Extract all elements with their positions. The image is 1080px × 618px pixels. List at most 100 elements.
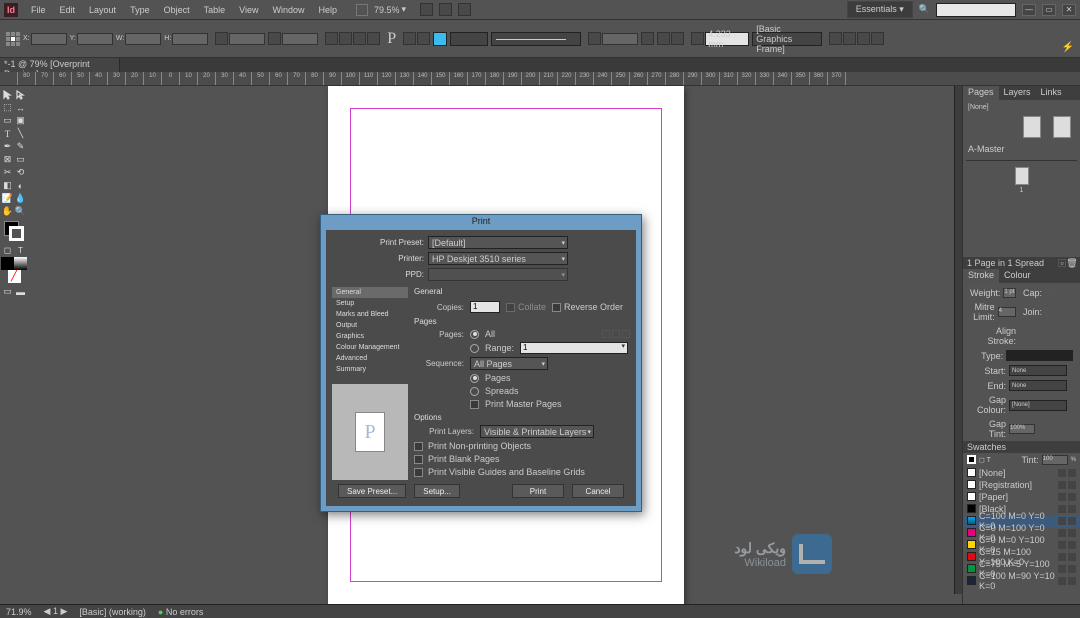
- align-stroke-inside-icon[interactable]: [1029, 332, 1037, 340]
- scale-x-field[interactable]: [229, 33, 265, 45]
- page-range-icon-3[interactable]: [622, 330, 630, 338]
- print-layers-dropdown[interactable]: Visible & Printable Layers: [480, 425, 594, 438]
- save-preset-button[interactable]: Save Preset...: [338, 484, 406, 498]
- fit-frame-icon[interactable]: [843, 32, 856, 45]
- stroke-end-dropdown[interactable]: None: [1009, 380, 1067, 391]
- preflight-errors[interactable]: ● No errors: [158, 607, 203, 617]
- preflight-status[interactable]: [Basic] (working): [79, 607, 146, 617]
- menu-window[interactable]: Window: [265, 2, 311, 18]
- join-bevel-icon[interactable]: [1065, 308, 1073, 316]
- content-collector-icon[interactable]: ▭: [1, 114, 14, 127]
- rectangle-frame-tool-icon[interactable]: ⊠: [1, 153, 14, 166]
- swatch-row[interactable]: [Registration]: [963, 479, 1080, 491]
- gradient-swatch-tool-icon[interactable]: ◧: [1, 179, 14, 192]
- rotate-cw-icon[interactable]: [339, 32, 352, 45]
- reverse-order-checkbox[interactable]: Reverse Order: [552, 302, 623, 312]
- tab-stroke[interactable]: Stroke: [963, 269, 999, 283]
- cancel-button[interactable]: Cancel: [572, 484, 624, 498]
- tab-layers[interactable]: Layers: [999, 86, 1036, 100]
- line-tool-icon[interactable]: ╲: [14, 127, 27, 140]
- miter-field[interactable]: 4: [998, 307, 1016, 317]
- content-placer-icon[interactable]: ▣: [14, 114, 27, 127]
- ruler-horizontal[interactable]: 8070605040302010010203040506070809010011…: [0, 72, 1080, 86]
- search-input[interactable]: [936, 3, 1016, 17]
- rotate-field[interactable]: [282, 33, 318, 45]
- tint-field[interactable]: 100: [1042, 455, 1068, 465]
- menu-file[interactable]: File: [24, 2, 53, 18]
- swatch-row[interactable]: [None]: [963, 467, 1080, 479]
- cap-round-icon[interactable]: [1055, 289, 1063, 297]
- pen-tool-icon[interactable]: ✒: [1, 140, 14, 153]
- join-round-icon[interactable]: [1055, 308, 1063, 316]
- a-master-label[interactable]: A-Master: [966, 142, 1077, 160]
- reference-point-icon[interactable]: [6, 32, 20, 46]
- close-button[interactable]: ✕: [1062, 4, 1076, 16]
- page-tool-icon[interactable]: ⬚: [1, 101, 14, 114]
- screen-mode-icon[interactable]: [356, 4, 368, 16]
- dialog-category-summary[interactable]: Summary: [332, 364, 408, 375]
- document-tab[interactable]: *-1 @ 79% [Overprint Preview]: [0, 58, 120, 72]
- print-preset-dropdown[interactable]: [Default]: [428, 236, 568, 249]
- stroke-weight-dropdown[interactable]: [450, 32, 488, 46]
- wrap2-icon[interactable]: [671, 32, 684, 45]
- blank-pages-checkbox[interactable]: [414, 455, 423, 464]
- arrange-icon[interactable]: [439, 3, 452, 16]
- pencil-tool-icon[interactable]: ✎: [14, 140, 27, 153]
- fill-frame-icon[interactable]: [857, 32, 870, 45]
- y-field[interactable]: [77, 33, 113, 45]
- zoom-level[interactable]: 71.9%: [6, 607, 32, 617]
- hand-tool-icon[interactable]: ✋: [1, 205, 14, 218]
- print-master-checkbox[interactable]: [470, 400, 479, 409]
- w-field[interactable]: [125, 33, 161, 45]
- dialog-category-marks-and-bleed[interactable]: Marks and Bleed: [332, 309, 408, 320]
- new-page-icon[interactable]: ▫: [1058, 259, 1066, 267]
- selection-tool-icon[interactable]: [1, 88, 14, 101]
- print-button[interactable]: Print: [512, 484, 564, 498]
- drop-shadow-icon[interactable]: [641, 32, 654, 45]
- align-stroke-outside-icon[interactable]: [1039, 332, 1047, 340]
- cap-proj-icon[interactable]: [1065, 289, 1073, 297]
- rotate-icon[interactable]: [268, 32, 281, 45]
- visible-guides-checkbox[interactable]: [414, 468, 423, 477]
- apply-color-icon[interactable]: [1, 257, 14, 270]
- menu-layout[interactable]: Layout: [82, 2, 123, 18]
- page-range-icon-2[interactable]: [612, 330, 620, 338]
- corner-size-field[interactable]: 4.233 mm: [705, 32, 749, 46]
- gap-colour-dropdown[interactable]: [None]: [1009, 400, 1067, 411]
- swatch-indicator-icon[interactable]: [967, 455, 976, 464]
- cap-butt-icon[interactable]: [1045, 289, 1053, 297]
- tab-colour[interactable]: Colour: [999, 269, 1036, 283]
- minimize-button[interactable]: —: [1022, 4, 1036, 16]
- flip-h-icon[interactable]: [353, 32, 366, 45]
- rectangle-tool-icon[interactable]: ▭: [14, 153, 27, 166]
- stroke-type-dropdown[interactable]: [1006, 350, 1073, 361]
- dialog-category-output[interactable]: Output: [332, 320, 408, 331]
- corner-icon[interactable]: [691, 32, 704, 45]
- gradient-feather-tool-icon[interactable]: ◐: [14, 179, 27, 192]
- dialog-category-advanced[interactable]: Advanced: [332, 353, 408, 364]
- copies-field[interactable]: 1: [470, 301, 500, 313]
- printer-dropdown[interactable]: HP Deskjet 3510 series: [428, 252, 568, 265]
- maximize-button[interactable]: ▭: [1042, 4, 1056, 16]
- stroke-style-dropdown[interactable]: [491, 32, 581, 46]
- x-field[interactable]: [31, 33, 67, 45]
- pages-option-radio[interactable]: [470, 374, 479, 383]
- dialog-category-setup[interactable]: Setup: [332, 298, 408, 309]
- object-style-dropdown[interactable]: [Basic Graphics Frame]: [752, 32, 822, 46]
- center-content-icon[interactable]: [871, 32, 884, 45]
- pages-all-radio[interactable]: [470, 330, 479, 339]
- swatch-row[interactable]: [Paper]: [963, 491, 1080, 503]
- scale-x-icon[interactable]: [215, 32, 228, 45]
- tab-links[interactable]: Links: [1036, 86, 1067, 100]
- menu-edit[interactable]: Edit: [53, 2, 83, 18]
- gap-tint-field[interactable]: 100%: [1009, 424, 1035, 434]
- panel-collapse-bar[interactable]: [954, 86, 962, 594]
- apply-gradient-icon[interactable]: [14, 257, 27, 270]
- tab-pages[interactable]: Pages: [963, 86, 999, 100]
- direct-selection-tool-icon[interactable]: [14, 88, 27, 101]
- formatting-text-icon[interactable]: T: [14, 244, 27, 257]
- align-left-icon[interactable]: [403, 32, 416, 45]
- scissors-tool-icon[interactable]: ✂: [1, 166, 14, 179]
- effects-icon[interactable]: [588, 32, 601, 45]
- default-fill-stroke-icon[interactable]: ◻: [1, 244, 14, 257]
